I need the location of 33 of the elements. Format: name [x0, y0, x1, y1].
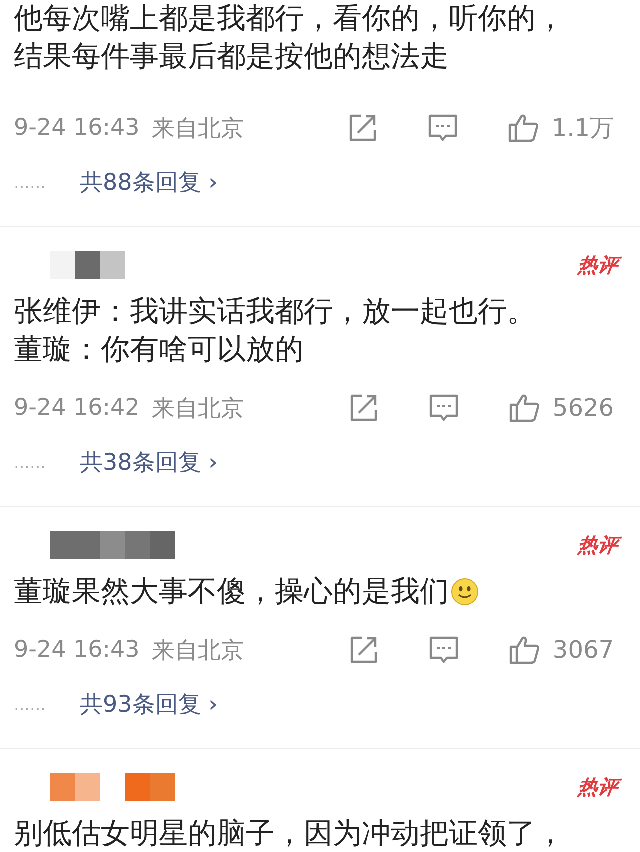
thumbs-up-icon [508, 635, 541, 665]
share-icon[interactable] [348, 635, 379, 665]
replies-link[interactable]: 共38条回复 › [80, 446, 218, 478]
comment-time: 9-24 16:43 [14, 115, 140, 141]
comment-text: 董璇果然大事不傻，操心的是我们 [14, 573, 449, 610]
replies-ellipsis: …… [14, 452, 47, 472]
comment-text: 他每次嘴上都是我都行，看你的，听你的， [14, 0, 565, 37]
replies-ellipsis: …… [14, 694, 47, 714]
like-button[interactable]: 1.1万 [508, 112, 614, 144]
like-button[interactable]: 3067 [508, 635, 614, 665]
replies-link[interactable]: 共93条回复 › [80, 688, 218, 720]
comment-icon[interactable] [428, 113, 458, 143]
comment-text: 董璇：你有啥可以放的 [14, 331, 304, 368]
comment-location: 来自北京 [152, 114, 244, 144]
comment-text: 结果每件事最后都是按他的想法走 [14, 38, 449, 75]
comment-icon[interactable] [428, 635, 459, 665]
thumbs-up-icon [508, 113, 540, 143]
comment-time: 9-24 16:43 [14, 637, 140, 663]
hot-comment-label: 热评 [576, 532, 620, 558]
comment-time: 9-24 16:42 [14, 395, 140, 421]
share-icon[interactable] [348, 113, 378, 143]
comment-location: 来自北京 [152, 636, 244, 666]
comment-icon[interactable] [428, 393, 459, 423]
replies-link[interactable]: 共88条回复 › [80, 166, 218, 198]
share-icon[interactable] [348, 393, 379, 423]
like-button[interactable]: 5626 [508, 393, 614, 423]
replies-ellipsis: …… [14, 172, 47, 192]
comment-text: 张维伊：我讲实话我都行，放一起也行。 [14, 293, 536, 330]
hot-comment-label: 热评 [576, 774, 620, 800]
comment-text: 别低估女明星的脑子，因为冲动把证领了， [14, 815, 565, 852]
hot-comment-label: 热评 [576, 252, 620, 278]
thumbs-up-icon [508, 393, 541, 423]
comment-location: 来自北京 [152, 394, 244, 424]
